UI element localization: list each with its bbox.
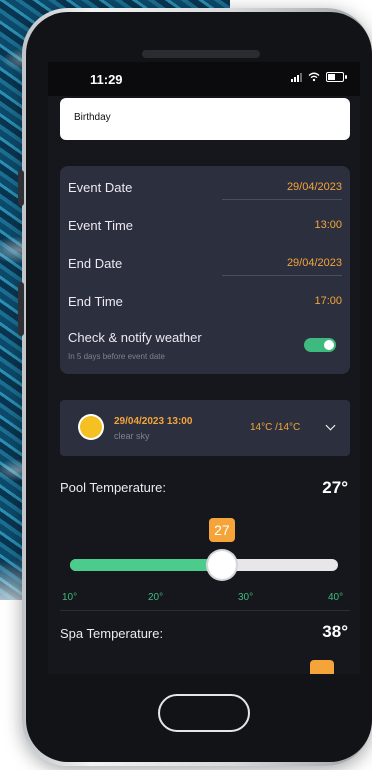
slider-tick-labels: 10° 20° 30° 40°: [60, 592, 350, 606]
field-underline: [222, 199, 342, 200]
end-time-value[interactable]: 17:00: [314, 295, 342, 307]
slider-thumb[interactable]: [207, 551, 236, 579]
end-date-label: End Date: [68, 256, 123, 271]
tick-label: 20°: [148, 592, 164, 603]
slider-value-bubble: 27: [208, 518, 235, 542]
home-button[interactable]: [158, 694, 250, 732]
event-date-row[interactable]: Event Date 29/04/2023: [68, 176, 342, 200]
status-icons: [291, 72, 347, 82]
tick-label: 30°: [238, 592, 254, 603]
notify-weather-toggle[interactable]: [304, 338, 336, 352]
spa-temperature-value: 38°: [322, 622, 348, 641]
weather-description: clear sky: [114, 431, 150, 441]
sun-icon: [80, 416, 102, 438]
app-screen: 11:29 Birthday Event Date 29/04/2023 Eve…: [48, 62, 360, 674]
event-date-value[interactable]: 29/04/2023: [287, 181, 342, 193]
end-time-label: End Time: [68, 294, 123, 309]
tick-label: 40°: [328, 592, 344, 603]
notify-label: Check & notify weather: [68, 330, 202, 345]
event-date-label: Event Date: [68, 180, 133, 195]
event-time-label: Event Time: [68, 218, 134, 233]
end-time-row[interactable]: End Time 17:00: [68, 290, 342, 314]
spa-slider-bubble: [310, 660, 334, 674]
section-divider: [60, 610, 350, 611]
end-date-row[interactable]: End Date 29/04/2023: [68, 252, 342, 276]
pool-temperature-value: 27°: [322, 478, 348, 497]
battery-icon: [326, 72, 347, 82]
spa-temperature-label: Spa Temperature:: [60, 626, 164, 641]
side-button: [18, 282, 24, 336]
event-time-row[interactable]: Event Time 13:00: [68, 214, 342, 238]
notify-row: Check & notify weather: [68, 326, 342, 350]
status-time: 11:29: [90, 72, 123, 87]
wifi-icon: [308, 72, 320, 82]
weather-forecast-card[interactable]: 29/04/2023 13:00 clear sky 14°C /14°C: [60, 400, 350, 456]
notify-sublabel: In 5 days before event date: [68, 352, 165, 361]
speaker-grille: [142, 50, 260, 58]
chevron-down-icon[interactable]: [325, 420, 336, 431]
weather-datetime: 29/04/2023 13:00: [114, 416, 193, 427]
signal-icon: [291, 72, 302, 82]
field-underline: [222, 275, 342, 276]
pool-temperature-slider[interactable]: [70, 551, 338, 579]
event-time-value[interactable]: 13:00: [314, 219, 342, 231]
weather-temperatures: 14°C /14°C: [250, 422, 301, 433]
slider-fill: [70, 559, 222, 571]
event-details-card: Event Date 29/04/2023 Event Time 13:00 E…: [60, 166, 350, 374]
side-button: [18, 170, 24, 206]
pool-temperature-label: Pool Temperature:: [60, 480, 166, 495]
status-bar: 11:29: [48, 62, 360, 96]
tick-label: 10°: [62, 592, 78, 603]
end-date-value[interactable]: 29/04/2023: [287, 257, 342, 269]
event-name-input[interactable]: Birthday: [60, 98, 350, 140]
